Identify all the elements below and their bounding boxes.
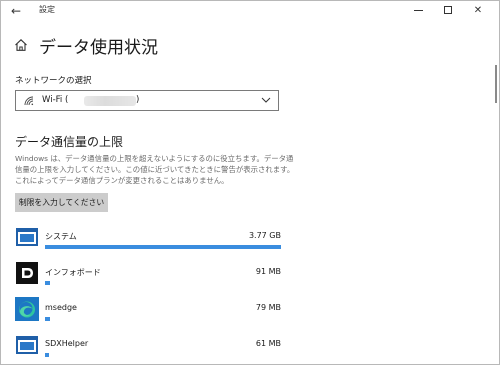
network-select-dropdown[interactable]: Wi-Fi ( ) — [15, 90, 279, 111]
description-line: これによってデータ通信プランが変更されることはありません。 — [15, 176, 229, 186]
close-button[interactable]: ✕ — [463, 1, 493, 21]
usage-bar-fill — [45, 353, 49, 357]
data-limit-heading: データ通信量の上限 — [15, 135, 124, 149]
network-select-value: Wi-Fi ( — [42, 95, 69, 105]
home-icon[interactable] — [14, 38, 28, 52]
system-window-icon — [16, 228, 38, 246]
app-data-size: 61 MB — [255, 339, 281, 348]
usage-bar — [45, 317, 281, 321]
usage-bar-fill — [45, 281, 50, 285]
back-arrow-icon[interactable]: ← — [7, 2, 25, 20]
usage-bar — [45, 353, 281, 357]
minimize-icon — [413, 9, 423, 11]
maximize-icon — [444, 6, 452, 14]
usage-item-sdxhelper[interactable]: SDXHelper 61 MB — [15, 331, 281, 364]
sdxhelper-window-icon — [16, 336, 38, 354]
edge-browser-icon — [15, 297, 39, 321]
infoboard-app-icon — [16, 262, 38, 284]
description-line: Windows は、データ通信量の上限を超えないようにするのに役立ちます。データ… — [15, 154, 294, 163]
usage-bar-fill — [45, 317, 50, 321]
chevron-down-icon — [261, 97, 271, 103]
app-data-size: 79 MB — [255, 303, 281, 312]
redacted-network-name — [84, 96, 136, 106]
wifi-icon — [24, 96, 34, 106]
app-data-size: 91 MB — [255, 267, 281, 276]
network-select-value-close: ) — [136, 95, 140, 105]
usage-bar — [45, 281, 281, 285]
usage-bar — [45, 245, 281, 249]
description-line: 信量の上限を入力してください。この値に近づいてきたときに警告が表示されます。 — [15, 165, 295, 175]
usage-item-msedge[interactable]: msedge 79 MB — [15, 295, 281, 329]
app-name: インフォボード — [45, 268, 101, 277]
usage-item-infoboard[interactable]: インフォボード 91 MB — [15, 259, 281, 293]
network-select-label: ネットワークの選択 — [15, 76, 92, 86]
app-name: msedge — [45, 303, 77, 312]
app-name: システム — [45, 232, 77, 241]
settings-window: ← 設定 ✕ データ使用状況 ネットワークの選択 Wi-Fi ( ) データ通信… — [0, 0, 500, 365]
app-name: SDXHelper — [45, 339, 89, 348]
minimize-button[interactable] — [403, 1, 433, 21]
maximize-button[interactable] — [433, 1, 463, 21]
title-bar: ← 設定 ✕ — [1, 1, 499, 21]
app-data-size: 3.77 GB — [248, 231, 281, 240]
usage-bar-fill — [45, 245, 281, 249]
window-title: 設定 — [39, 5, 55, 14]
scrollbar-thumb[interactable] — [495, 65, 497, 103]
close-icon: ✕ — [473, 5, 483, 16]
usage-item-system[interactable]: システム 3.77 GB — [15, 223, 281, 257]
enter-limit-button[interactable]: 制限を入力してください — [15, 193, 108, 212]
page-title: データ使用状況 — [39, 38, 158, 58]
data-limit-description: Windows は、データ通信量の上限を超えないようにするのに役立ちます。データ… — [15, 153, 295, 187]
